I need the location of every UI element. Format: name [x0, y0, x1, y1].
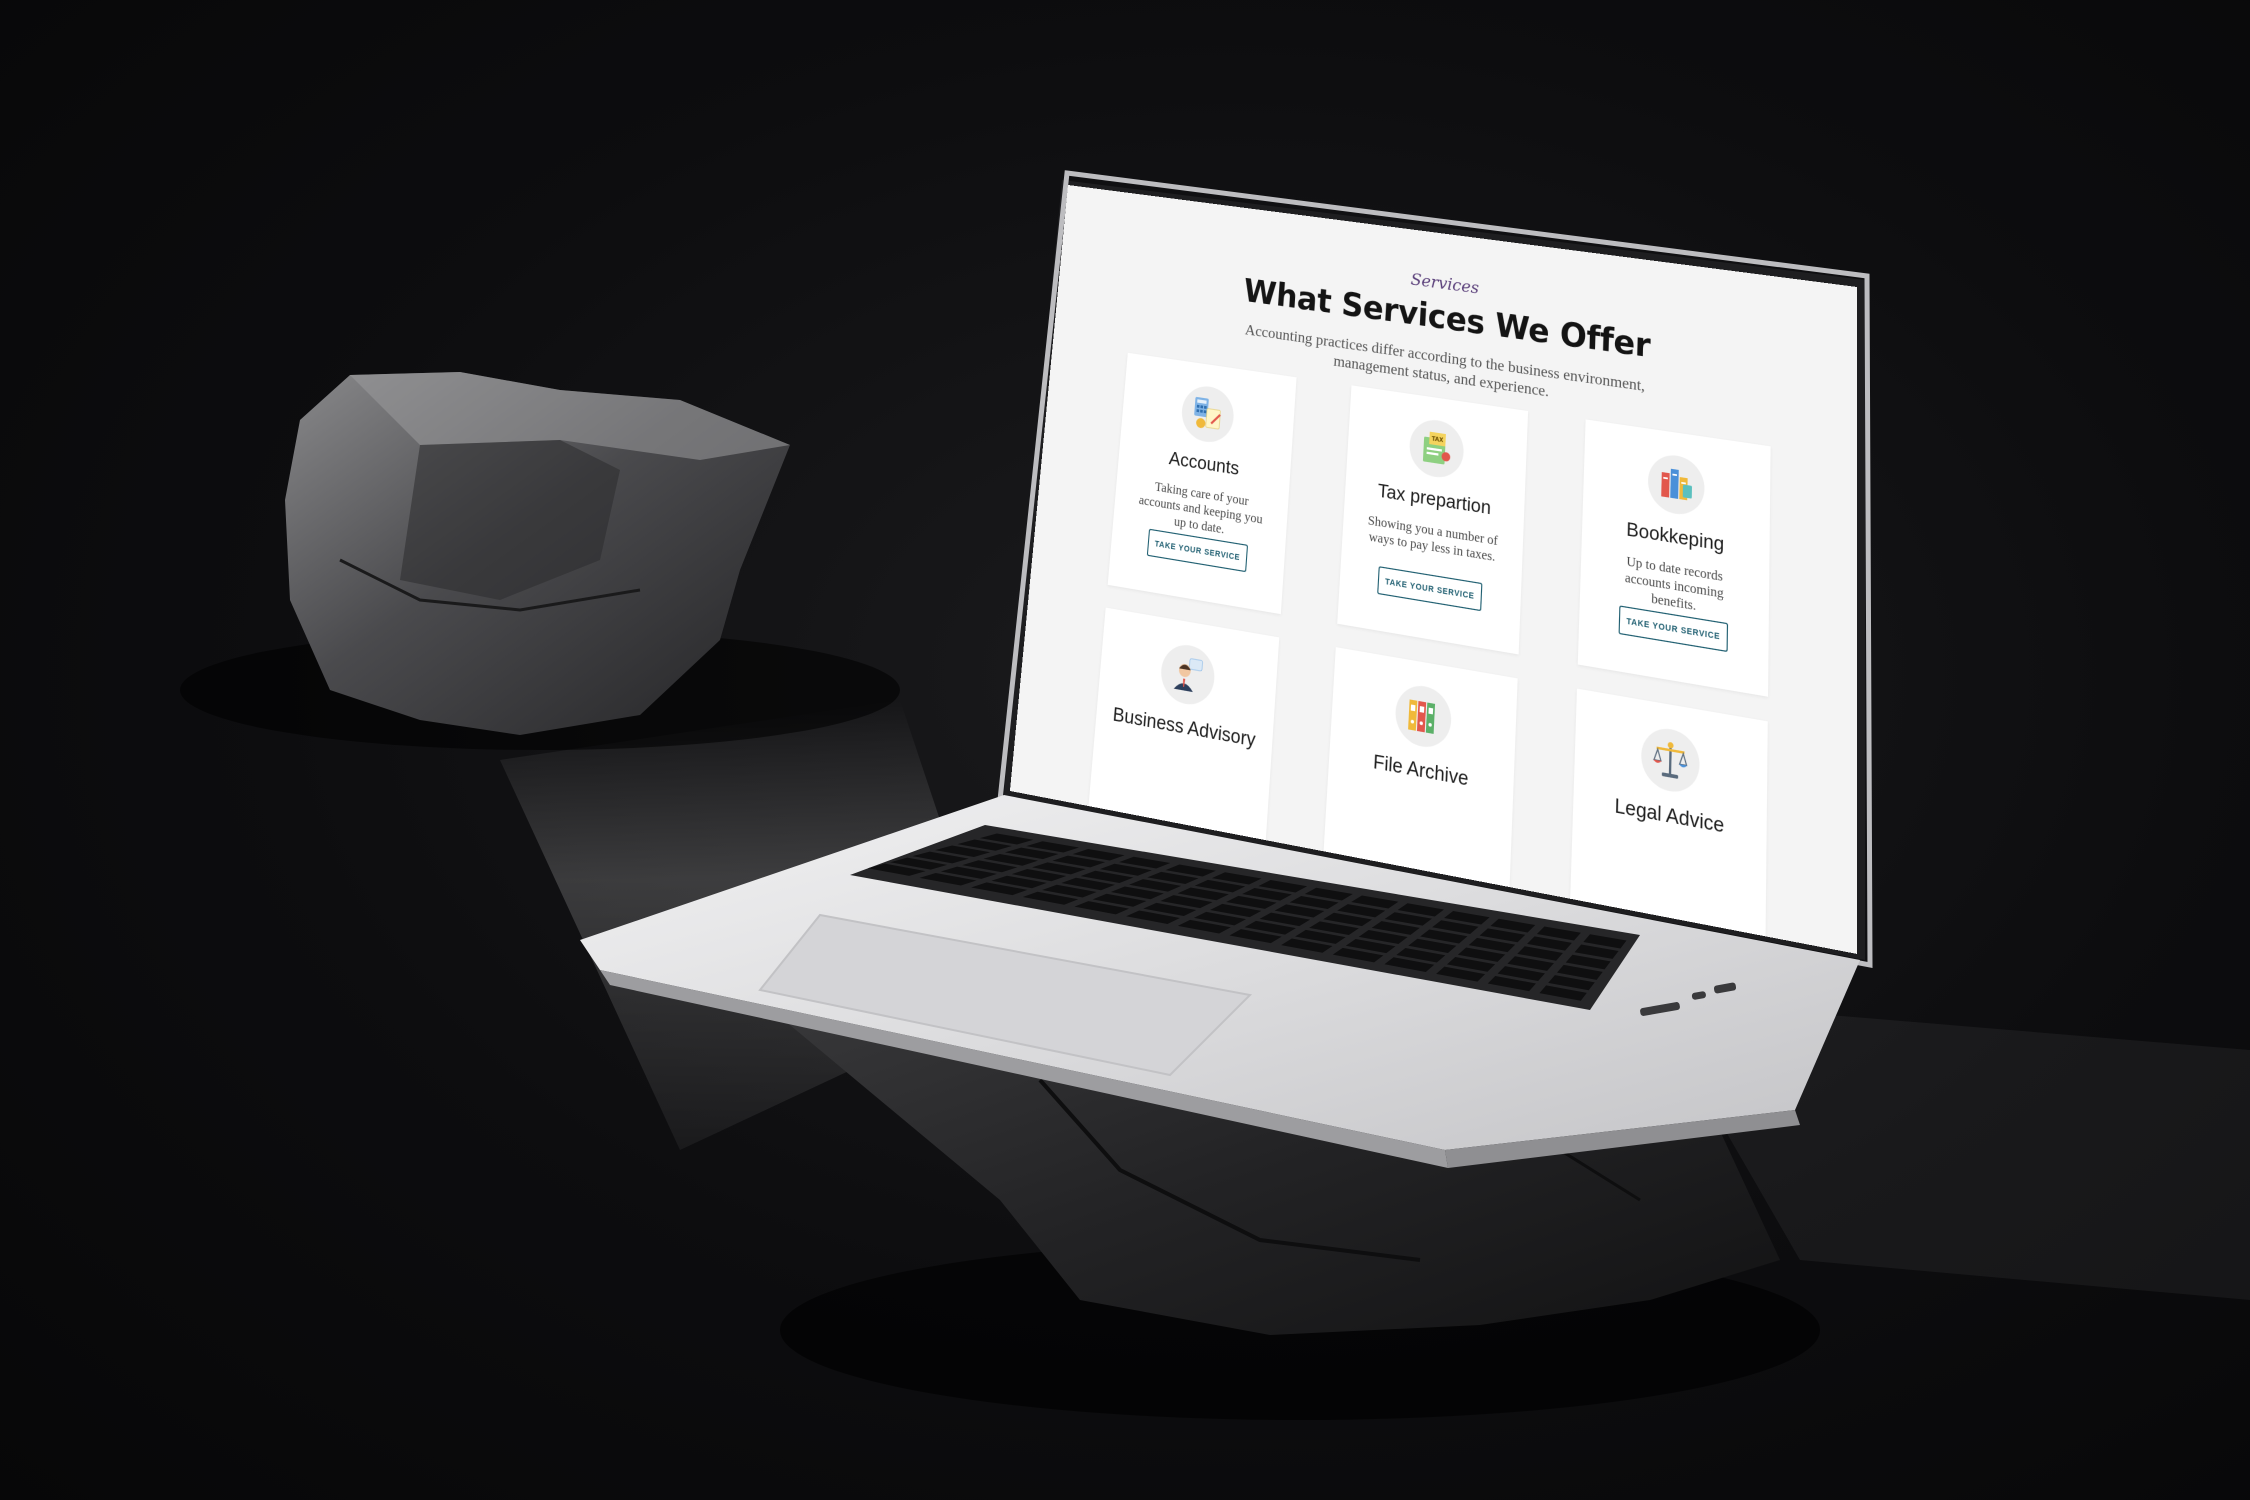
calculator-documents-icon — [1180, 383, 1236, 446]
archive-binders-icon — [1394, 682, 1452, 752]
ledger-books-icon — [1647, 452, 1705, 519]
service-card-accounts: Accounts Taking care of your accounts an… — [1108, 353, 1297, 614]
service-title: Business Advisory — [1096, 700, 1273, 754]
service-title: File Archive — [1329, 742, 1514, 799]
advisor-person-icon — [1159, 641, 1216, 709]
service-card-bookkeeping: Bookkeping Up to date records accounts i… — [1578, 419, 1771, 696]
service-description: Showing you a number of ways to pay less… — [1364, 512, 1502, 566]
tax-document-icon: TAX — [1408, 416, 1465, 481]
product-mockup-scene: Services What Services We Offer Accounti… — [0, 0, 2250, 1500]
scales-of-justice-icon — [1641, 724, 1700, 796]
service-card-tax-preparation: TAX Tax prepartion Showing you a number … — [1337, 385, 1528, 654]
service-title: Legal Advice — [1573, 786, 1767, 845]
take-your-service-button[interactable]: TAKE YOUR SERVICE — [1377, 566, 1482, 611]
